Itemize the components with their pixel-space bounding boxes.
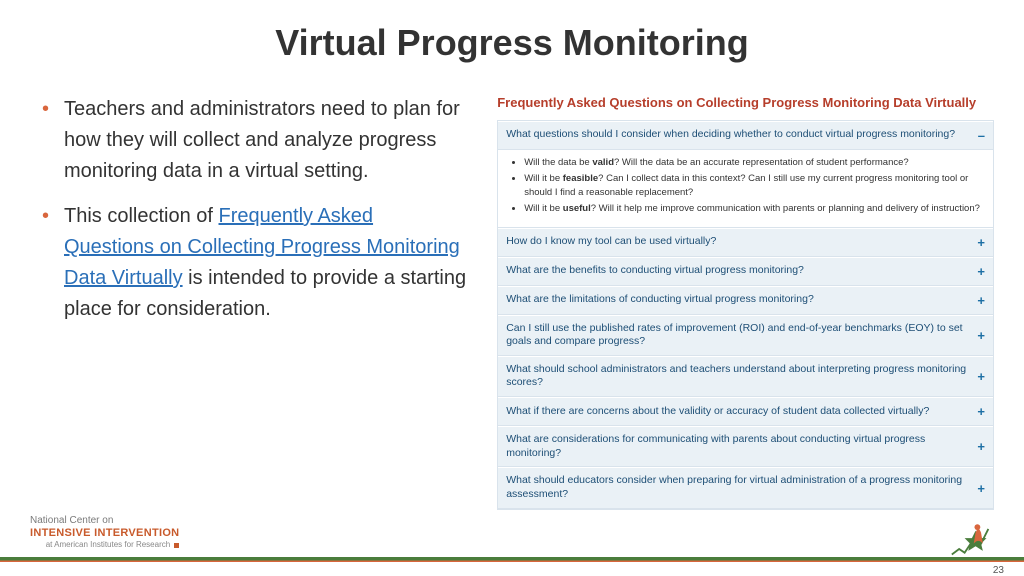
faq-question: What should school administrators and te…: [506, 363, 969, 390]
org-logo: National Center on INTENSIVE INTERVENTIO…: [30, 515, 179, 550]
expand-icon: +: [977, 235, 985, 250]
footer-bar: [0, 557, 1024, 562]
bullet-item: Teachers and administrators need to plan…: [40, 94, 467, 187]
expand-icon: +: [977, 369, 985, 384]
faq-item[interactable]: What if there are concerns about the val…: [498, 397, 993, 426]
faq-answer-item: Will it be feasible? Can I collect data …: [524, 172, 983, 201]
faq-answer-panel: Will the data be valid? Will the data be…: [498, 150, 993, 228]
expand-icon: +: [977, 293, 985, 308]
footer: National Center on INTENSIVE INTERVENTIO…: [0, 520, 1024, 576]
faq-question: What are the limitations of conducting v…: [506, 293, 814, 307]
answer-text: Will the data be: [524, 157, 592, 168]
faq-question: What questions should I consider when de…: [506, 128, 955, 142]
bullet-list: Teachers and administrators need to plan…: [40, 94, 467, 325]
collapse-icon: –: [978, 128, 985, 143]
faq-answer-item: Will the data be valid? Will the data be…: [524, 156, 983, 170]
faq-item[interactable]: What should educators consider when prep…: [498, 467, 993, 508]
answer-text: ? Will it help me improve communication …: [591, 203, 980, 214]
logo-line2: INTENSIVE INTERVENTION: [30, 527, 179, 540]
faq-question: How do I know my tool can be used virtua…: [506, 235, 716, 249]
logo-line3: at American Institutes for Research: [30, 540, 179, 550]
page-title: Virtual Progress Monitoring: [0, 0, 1024, 74]
faq-answer-item: Will it be useful? Will it help me impro…: [524, 202, 983, 216]
page-number: 23: [993, 565, 1004, 576]
faq-item[interactable]: What are the benefits to conducting virt…: [498, 257, 993, 286]
answer-text: Will it be: [524, 203, 563, 214]
answer-bold: valid: [592, 157, 614, 168]
faq-question: What are the benefits to conducting virt…: [506, 264, 804, 278]
answer-text: Will it be: [524, 173, 563, 184]
faq-item[interactable]: What are considerations for communicatin…: [498, 426, 993, 467]
star-logo-icon: [948, 518, 994, 560]
bullet-item: This collection of Frequently Asked Ques…: [40, 201, 467, 325]
faq-item-expanded[interactable]: What questions should I consider when de…: [498, 121, 993, 150]
faq-item[interactable]: Can I still use the published rates of i…: [498, 315, 993, 356]
faq-question: What should educators consider when prep…: [506, 474, 969, 501]
faq-item[interactable]: What should school administrators and te…: [498, 356, 993, 397]
expand-icon: +: [977, 481, 985, 496]
faq-question: Can I still use the published rates of i…: [506, 322, 969, 349]
bullet-text-pre: This collection of: [64, 205, 219, 227]
logo-line3-text: at American Institutes for Research: [46, 540, 171, 549]
faq-heading: Frequently Asked Questions on Collecting…: [497, 94, 994, 112]
faq-item[interactable]: What are the limitations of conducting v…: [498, 286, 993, 315]
expand-icon: +: [977, 328, 985, 343]
answer-bold: useful: [563, 203, 591, 214]
expand-icon: +: [977, 404, 985, 419]
answer-text: ? Will the data be an accurate represent…: [614, 157, 909, 168]
square-icon: [174, 543, 179, 548]
faq-question: What if there are concerns about the val…: [506, 405, 929, 419]
logo-line1: National Center on: [30, 515, 179, 527]
answer-bold: feasible: [563, 173, 598, 184]
faq-accordion: What questions should I consider when de…: [497, 120, 994, 510]
faq-question: What are considerations for communicatin…: [506, 433, 969, 460]
expand-icon: +: [977, 264, 985, 279]
content-row: Teachers and administrators need to plan…: [0, 74, 1024, 510]
expand-icon: +: [977, 439, 985, 454]
faq-item[interactable]: How do I know my tool can be used virtua…: [498, 228, 993, 257]
right-column: Frequently Asked Questions on Collecting…: [497, 94, 994, 510]
left-column: Teachers and administrators need to plan…: [40, 94, 467, 510]
